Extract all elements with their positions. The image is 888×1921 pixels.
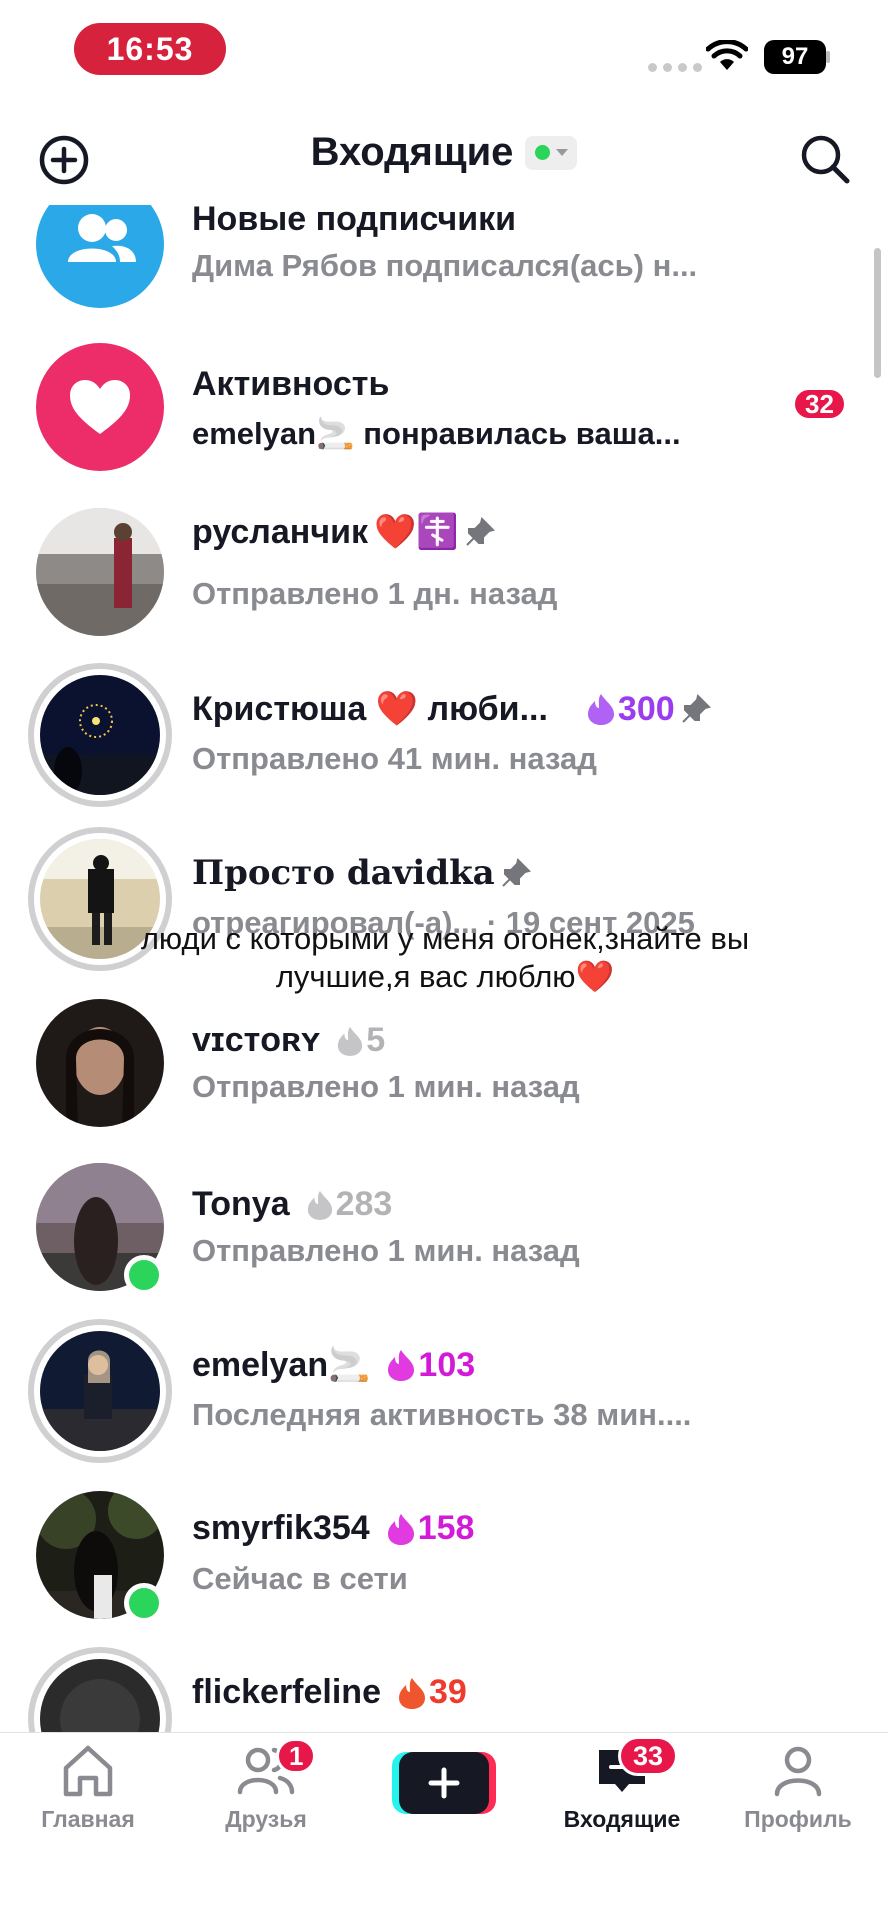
- chat-name: emelyan🚬 103: [192, 1345, 476, 1385]
- flame-icon: [387, 1513, 414, 1545]
- battery-cap: [826, 51, 830, 63]
- chat-name: Просто 𝐝𝐚𝐯𝐢𝐝𝐤𝐚: [192, 853, 531, 893]
- flame-icon: [338, 1026, 363, 1056]
- chat-row[interactable]: emelyan🚬 103 Последняя активность 38 мин…: [0, 1309, 888, 1473]
- avatar: [36, 508, 164, 636]
- tab-friends-label: Друзья: [225, 1806, 307, 1832]
- chat-row[interactable]: Tonya 283 Отправлено 1 мин. назад: [0, 1145, 888, 1309]
- inbox-badge: 33: [618, 1736, 678, 1776]
- flame-icon: [307, 1190, 332, 1220]
- activity-title: Активность: [192, 365, 390, 403]
- create-icon: [399, 1752, 489, 1814]
- streak-counter: 103: [386, 1346, 475, 1385]
- scrollbar[interactable]: [874, 248, 881, 378]
- online-indicator: [124, 1255, 164, 1295]
- battery-indicator: 97: [764, 40, 826, 74]
- home-icon: [63, 1745, 113, 1797]
- chat-subtitle: Отправлено 41 мин. назад: [192, 741, 597, 776]
- chat-emoji: ❤️☦️: [374, 513, 459, 551]
- profile-icon: [774, 1746, 822, 1797]
- avatar: [28, 663, 172, 807]
- pin-icon: [681, 694, 711, 723]
- streak-counter: 158: [386, 1509, 474, 1548]
- chat-name: ᴠɪᴄᴛᴏʀʏ 5: [192, 1021, 386, 1060]
- chat-subtitle: Последняя активность 38 мин....: [192, 1397, 692, 1432]
- chat-name: Tonya 283: [192, 1185, 393, 1224]
- create-button[interactable]: [392, 1752, 496, 1814]
- page-title[interactable]: Входящие: [0, 130, 888, 175]
- tab-profile-label: Профиль: [744, 1806, 852, 1832]
- chat-name: flickerfeline 39: [192, 1673, 467, 1712]
- flame-icon: [388, 1350, 415, 1381]
- chat-name: русланчик ❤️☦️: [192, 512, 495, 552]
- flame-icon: [587, 694, 614, 725]
- streak-counter: 283: [306, 1185, 392, 1224]
- avatar: [28, 1647, 172, 1732]
- followers-subtitle: Дима Рябов подписался(ась) н...: [192, 248, 698, 283]
- page-title-text: Входящие: [310, 130, 514, 174]
- tab-inbox-label: Входящие: [563, 1806, 681, 1832]
- activity-subtitle: emelyan🚬 понравилась ваша...: [192, 416, 681, 451]
- followers-title: Новые подписчики: [192, 200, 517, 238]
- streak-counter: 5: [336, 1021, 385, 1060]
- chat-subtitle: Сейчас в сети: [192, 1561, 408, 1596]
- chat-row[interactable]: ᴠɪᴄᴛᴏʀʏ 5 Отправлено 1 мин. назад: [0, 981, 888, 1145]
- status-time: 16:53: [74, 23, 226, 75]
- friends-badge: 1: [276, 1738, 317, 1774]
- search-icon[interactable]: [798, 132, 852, 186]
- signal-icon: [648, 63, 702, 72]
- online-status-toggle[interactable]: [525, 135, 578, 170]
- pin-icon: [465, 517, 495, 546]
- list-item-activity[interactable]: Активность emelyan🚬 понравилась ваша... …: [0, 325, 888, 489]
- online-indicator: [124, 1583, 164, 1623]
- followers-icon: [36, 205, 164, 308]
- chat-row[interactable]: smyrfik354 158 Сейчас в сети: [0, 1473, 888, 1637]
- tab-home[interactable]: Главная: [18, 1744, 158, 1833]
- activity-badge: 32: [792, 387, 847, 421]
- list-item-new-followers[interactable]: Новые подписчики Дима Рябов подписался(а…: [0, 180, 888, 310]
- chat-subtitle: Отправлено 1 мин. назад: [192, 1069, 580, 1104]
- avatar: [28, 1319, 172, 1463]
- tab-profile[interactable]: Профиль: [728, 1744, 868, 1833]
- chat-subtitle: Отправлено 1 мин. назад: [192, 1233, 580, 1268]
- flame-icon: [398, 1677, 425, 1709]
- chat-name: Кристюша ❤️ люби... 300: [192, 689, 711, 729]
- pin-icon: [501, 858, 531, 887]
- chat-row[interactable]: русланчик ❤️☦️ Отправлено 1 дн. назад: [0, 490, 888, 654]
- streak-counter: 39: [397, 1673, 467, 1712]
- chat-row[interactable]: flickerfeline 39: [0, 1637, 888, 1732]
- chat-name: smyrfik354 158: [192, 1509, 475, 1548]
- tab-home-label: Главная: [41, 1806, 135, 1832]
- avatar: [36, 999, 164, 1127]
- wifi-icon: [706, 40, 748, 70]
- chat-row[interactable]: Кристюша ❤️ люби... 300 Отправлено 41 ми…: [0, 653, 888, 817]
- heart-icon: [36, 343, 164, 471]
- chat-subtitle: Отправлено 1 дн. назад: [192, 576, 558, 611]
- streak-counter: 300: [586, 690, 675, 729]
